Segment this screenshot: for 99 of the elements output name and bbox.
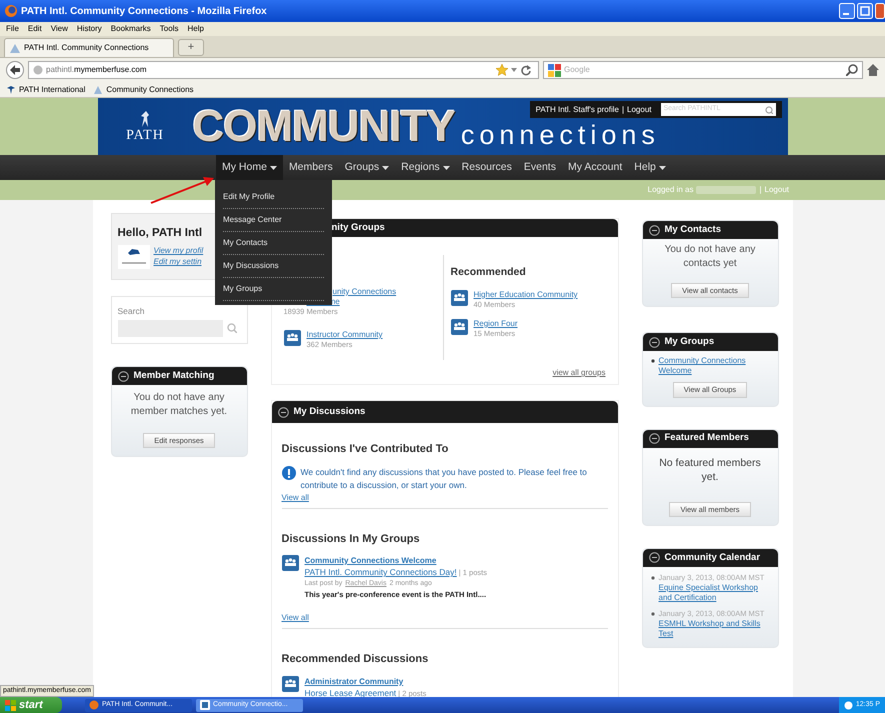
panel-header: My Contacts xyxy=(642,221,778,239)
view-all-link[interactable]: View all xyxy=(282,492,309,504)
pointer-arrow xyxy=(150,177,214,204)
profile-link[interactable]: Edit my settin xyxy=(154,256,204,268)
collapse-icon[interactable] xyxy=(118,370,128,382)
back-button[interactable] xyxy=(6,61,24,79)
group-icon xyxy=(450,318,468,335)
group-icon xyxy=(282,555,298,571)
group-link[interactable]: Region Four xyxy=(474,318,584,329)
page-icon xyxy=(93,84,104,94)
profile-link[interactable]: PATH Intl. Staff's profile xyxy=(536,104,619,116)
search-icon[interactable] xyxy=(846,64,858,76)
section-heading: Recommended Discussions xyxy=(282,652,430,668)
empty-message: You do not have any member matches yet. xyxy=(130,391,228,419)
info-message: We couldn't find any discussions that you have posted to. Please feel free to contribute to a discussion, or start your own. xyxy=(300,466,588,492)
reload-icon[interactable] xyxy=(520,64,532,76)
bookmark-link[interactable]: Community Connections xyxy=(106,84,194,96)
logout-link[interactable]: Logout xyxy=(627,104,652,116)
group-icon xyxy=(450,290,468,306)
panel-header: Member Matching xyxy=(112,367,246,385)
section-heading: Discussions In My Groups xyxy=(282,532,421,546)
nav-item[interactable]: My Account xyxy=(562,155,628,180)
tray-icon xyxy=(844,700,853,710)
collapse-icon[interactable] xyxy=(648,433,660,444)
firefox-icon xyxy=(4,4,18,18)
nav-item[interactable]: Members xyxy=(282,155,339,180)
profile-link[interactable]: View my profil xyxy=(154,245,204,256)
firefox-icon xyxy=(89,700,99,710)
group-link[interactable]: Community Connections Welcome xyxy=(658,356,772,376)
separator: | xyxy=(759,184,762,196)
search-engine-icon[interactable] xyxy=(548,64,561,76)
nav-item[interactable]: Events xyxy=(518,155,562,180)
group-link[interactable]: Administrator Community xyxy=(304,676,426,687)
blurred-name-block xyxy=(696,186,756,194)
logged-in-label: Logged in as xyxy=(648,184,694,196)
nav-item[interactable]: Help xyxy=(628,155,672,180)
close-button[interactable] xyxy=(875,3,885,19)
nav-item[interactable]: Groups xyxy=(338,155,396,180)
window-icon xyxy=(200,700,210,710)
bookmark-link[interactable]: PATH International xyxy=(19,84,86,96)
view-all-link[interactable]: View all xyxy=(282,612,309,624)
panel-header: Featured Members xyxy=(642,430,778,448)
view-all-link[interactable]: view all groups xyxy=(552,367,606,379)
wordmark: COMMUNITY xyxy=(192,104,455,148)
dropdown-item[interactable]: Message Center xyxy=(223,209,324,232)
group-icon xyxy=(284,330,300,346)
separator: | xyxy=(622,104,624,116)
start-button[interactable]: start xyxy=(0,697,62,713)
nav-item[interactable]: Regions xyxy=(395,155,456,180)
nav-item[interactable]: My Home xyxy=(216,155,283,180)
panel-header: My Discussions xyxy=(272,401,618,423)
new-tab-button[interactable]: + xyxy=(178,39,204,56)
event-link[interactable]: Equine Specialist Workshop and Certification xyxy=(658,582,774,603)
home-icon[interactable] xyxy=(867,64,879,76)
nav-item[interactable]: Resources xyxy=(456,155,518,180)
tagline: connections xyxy=(460,122,660,149)
menu-item[interactable]: Bookmarks xyxy=(110,23,151,35)
menu-item[interactable]: Tools xyxy=(160,23,178,35)
menu-item[interactable]: File xyxy=(6,23,19,35)
panel-header: My Groups xyxy=(642,333,778,352)
group-link[interactable]: Higher Education Community xyxy=(474,290,584,300)
discussion-link[interactable]: PATH Intl. Community Connections Day! xyxy=(304,566,457,578)
dropdown-item[interactable]: My Groups xyxy=(223,278,324,301)
group-link[interactable]: Community Connections Welcome xyxy=(304,555,487,566)
browser-tab[interactable]: PATH Intl. Community Connections xyxy=(4,38,174,57)
panel-header: Community Calendar xyxy=(642,548,778,567)
dropdown-item[interactable]: Edit My Profile xyxy=(223,186,324,209)
page-icon xyxy=(9,42,21,54)
collapse-icon[interactable] xyxy=(648,224,660,236)
maximize-button[interactable] xyxy=(857,3,873,19)
bullet-icon xyxy=(650,359,654,364)
menu-item[interactable]: Help xyxy=(187,23,204,35)
event-link[interactable]: ESMHL Workshop and Skills Test xyxy=(658,618,774,639)
collapse-icon[interactable] xyxy=(278,406,288,418)
caret-icon[interactable] xyxy=(511,66,517,74)
collapse-icon[interactable] xyxy=(648,336,660,348)
empty-message: No featured members yet. xyxy=(658,456,762,484)
bullet-icon xyxy=(650,576,654,580)
menu-item[interactable]: View xyxy=(50,23,68,35)
logo-thumbnail xyxy=(118,245,150,270)
minimize-button[interactable] xyxy=(839,3,855,19)
star-icon[interactable] xyxy=(496,64,508,76)
dropdown-item[interactable]: My Contacts xyxy=(223,232,324,255)
menu-item[interactable]: Edit xyxy=(28,23,42,35)
bullet-icon xyxy=(650,612,654,616)
group-icon xyxy=(282,676,298,692)
collapse-icon[interactable] xyxy=(648,552,660,564)
empty-message: You do not have any contacts yet xyxy=(664,243,756,271)
section-heading: Discussions I've Contributed To xyxy=(282,442,450,457)
address-field[interactable]: pathintl.mymemberfuse.com xyxy=(28,61,539,79)
group-link[interactable]: Instructor Community xyxy=(306,330,416,340)
menu-item[interactable]: History xyxy=(76,23,102,35)
search-label: Search xyxy=(118,305,146,318)
info-icon xyxy=(282,466,296,480)
windows-logo-icon xyxy=(5,700,16,710)
section-heading: Recommended xyxy=(450,265,527,280)
window-title: PATH Intl. Community Connections - Mozilla Firefox xyxy=(21,4,267,18)
logo-text: PATH xyxy=(126,128,164,142)
dropdown-item[interactable]: My Discussions xyxy=(223,255,324,278)
